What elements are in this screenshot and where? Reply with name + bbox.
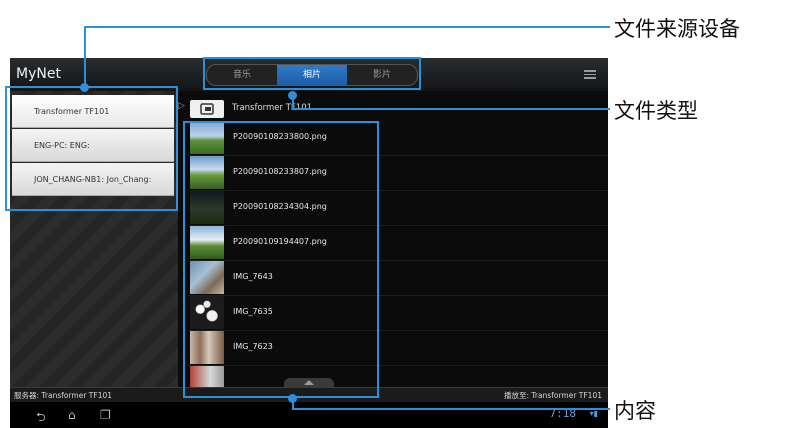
source-anchor-dot	[80, 83, 89, 92]
type-anchor-dot	[288, 91, 297, 100]
source-leader-line	[84, 26, 86, 88]
type-leader-line	[292, 108, 610, 110]
folder-icon	[200, 103, 214, 115]
annotation-content-label: 内容	[614, 399, 656, 423]
recent-apps-icon[interactable]: ❐	[100, 408, 111, 422]
server-status: 服务器: Transformer TF101	[14, 391, 113, 400]
wifi-battery-icon: ▾▮	[589, 409, 598, 418]
type-highlight-box	[203, 57, 421, 90]
source-highlight-box	[5, 86, 178, 211]
content-anchor-dot	[288, 394, 297, 403]
system-nav-bar: ⮌ ⌂ ❐ 7:18 ▾▮	[10, 402, 608, 428]
content-highlight-box	[183, 121, 379, 398]
home-icon[interactable]: ⌂	[68, 408, 76, 422]
menu-icon[interactable]	[584, 70, 596, 79]
back-icon[interactable]: ⮌	[36, 408, 46, 428]
play-to-status: 播放至: Transformer TF101	[503, 391, 602, 400]
content-leader-line	[292, 408, 610, 410]
app-title: MyNet	[16, 66, 61, 82]
source-leader-line	[84, 26, 610, 28]
folder-switch-button[interactable]	[190, 100, 224, 118]
selection-arrow-icon: ▷	[178, 101, 185, 111]
annotation-type-label: 文件类型	[614, 99, 698, 123]
annotation-source-label: 文件来源设备	[614, 17, 740, 41]
